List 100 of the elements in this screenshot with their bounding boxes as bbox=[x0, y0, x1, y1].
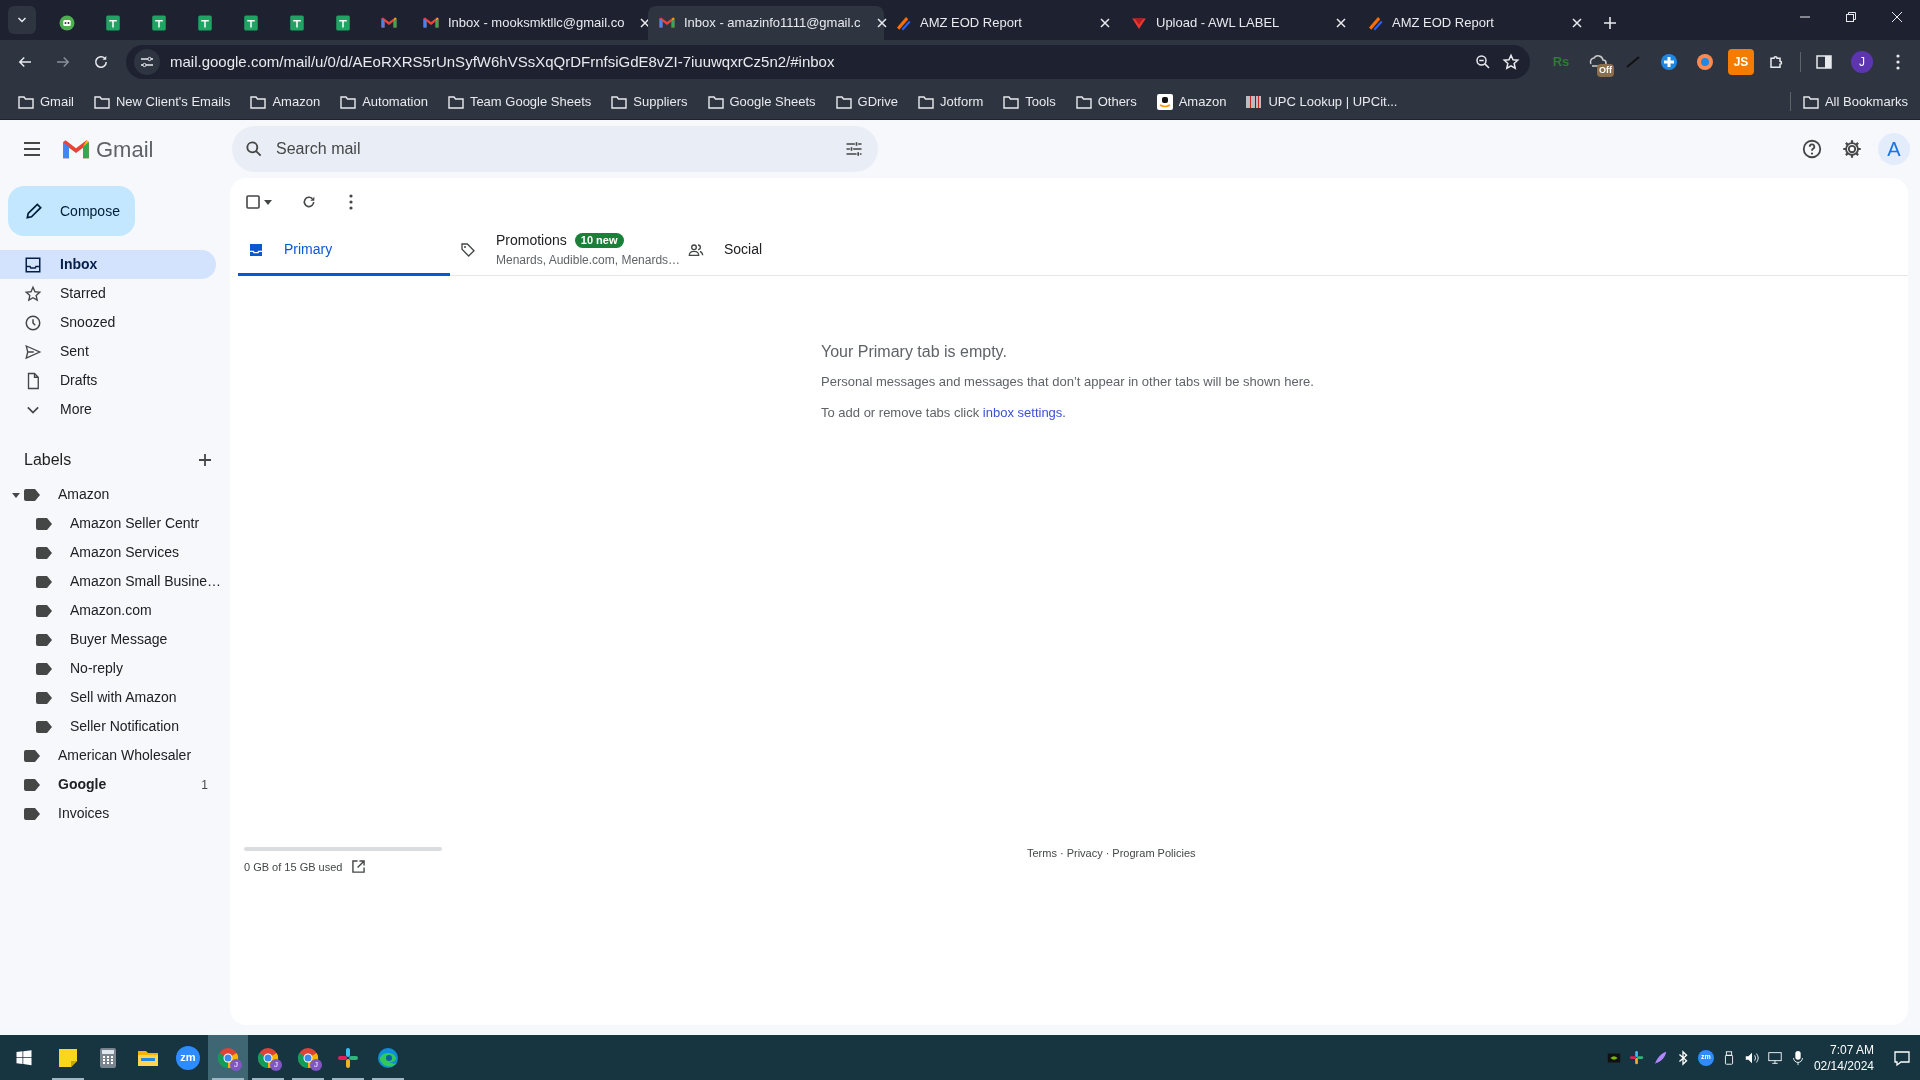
folder-icon bbox=[1802, 94, 1819, 109]
chrome-icon bbox=[216, 1045, 240, 1070]
label-item[interactable]: Sell with Amazon bbox=[0, 683, 216, 712]
close-icon[interactable] bbox=[1100, 18, 1110, 28]
label-item[interactable]: Amazon Seller Centr bbox=[0, 509, 216, 538]
bookmark[interactable]: Jotform bbox=[911, 87, 990, 116]
caret-down-icon bbox=[264, 198, 272, 206]
settings-icon bbox=[1841, 138, 1863, 160]
close-icon[interactable] bbox=[876, 18, 887, 28]
gmail-logo[interactable]: Gmail bbox=[62, 132, 232, 166]
storage-text: 0 GB of 15 GB used bbox=[244, 859, 343, 875]
bookmark[interactable]: Google Sheets bbox=[701, 87, 822, 116]
gmail-icon bbox=[62, 138, 90, 160]
label-item[interactable]: Invoices bbox=[0, 799, 216, 828]
filter-icon[interactable] bbox=[844, 139, 864, 159]
label-item[interactable]: Amazon.com bbox=[0, 596, 216, 625]
help-icon bbox=[1801, 138, 1823, 160]
bookmark[interactable]: New Client's Emails bbox=[87, 87, 237, 116]
kebab-icon bbox=[349, 194, 353, 210]
inbox-tab[interactable]: Social bbox=[678, 226, 878, 276]
spreadsheet-icon bbox=[334, 14, 352, 32]
stripes-icon bbox=[1366, 14, 1384, 32]
tab-title: Inbox - amazinfo1111@gmail.c bbox=[684, 14, 861, 33]
bookmark[interactable]: Automation bbox=[334, 87, 434, 116]
account-avatar[interactable]: A bbox=[1878, 133, 1910, 165]
bookmark[interactable]: Amazon bbox=[244, 87, 327, 116]
label-item[interactable]: Google 1 bbox=[0, 770, 216, 799]
nav-item[interactable]: Sent bbox=[0, 337, 216, 366]
url-text: mail.google.com/mail/u/0/d/AEoRXRS5rUnSyfW6hVSsXqQrDFrnfsiGdE8vZI-7iuuwqxrCz5n2/#inbox bbox=[170, 51, 836, 72]
notification-icon bbox=[1893, 1048, 1911, 1067]
inbox-tab[interactable]: Promotions 10 new Menards, Audible.com, Menards… bbox=[450, 226, 678, 276]
zoom-icon[interactable] bbox=[1474, 53, 1492, 71]
bookmark[interactable]: UPC Lookup | UPCit... bbox=[1240, 87, 1404, 116]
profile-avatar[interactable]: J bbox=[1851, 51, 1873, 73]
label-item[interactable]: American Wholesaler bbox=[0, 741, 216, 770]
all-bookmarks-link[interactable]: All Bookmarks bbox=[1789, 91, 1908, 112]
empty-state-title: Your Primary tab is empty. bbox=[821, 342, 1008, 362]
label-item[interactable]: No-reply bbox=[0, 654, 216, 683]
folder-icon bbox=[18, 94, 34, 109]
tab-title: AMZ EOD Report bbox=[920, 14, 1022, 33]
slack-icon bbox=[336, 1045, 360, 1070]
browser-tab[interactable]: Upload - AWL LABEL bbox=[1120, 6, 1356, 40]
label-icon bbox=[36, 604, 52, 617]
external-link-icon[interactable] bbox=[352, 860, 366, 874]
taskbar-app[interactable]: J bbox=[248, 1035, 288, 1080]
taskbar-app[interactable]: J bbox=[288, 1035, 328, 1080]
edge-icon bbox=[376, 1045, 400, 1070]
label-item[interactable]: Amazon bbox=[0, 480, 216, 509]
close-icon[interactable] bbox=[1572, 18, 1582, 28]
robot-icon bbox=[58, 14, 76, 32]
label-item[interactable]: Amazon Services bbox=[0, 538, 216, 567]
star-icon bbox=[24, 284, 42, 303]
people-icon bbox=[688, 241, 704, 258]
footer-link[interactable]: Terms bbox=[1027, 844, 1057, 861]
inbox-icon bbox=[24, 255, 42, 274]
label-icon bbox=[36, 662, 52, 675]
address-bar[interactable]: mail.google.com/mail/u/0/d/AEoRXRS5rUnSyfW6hVSsXqQrDFrnfsiGdE8vZI-7iuuwqxrCz5n2/#inbox bbox=[126, 45, 1530, 79]
nav-item[interactable]: More bbox=[0, 395, 216, 424]
nav-item[interactable]: Inbox bbox=[0, 250, 216, 279]
browser-tab[interactable]: Inbox - amazinfo1111@gmail.c bbox=[648, 6, 884, 40]
bookmark[interactable]: Team Google Sheets bbox=[441, 87, 598, 116]
inbox-tab[interactable]: Primary bbox=[238, 226, 450, 276]
network-icon[interactable] bbox=[1766, 1049, 1783, 1066]
browser-tab[interactable]: AMZ EOD Report bbox=[1356, 6, 1592, 40]
empty-state-text: Personal messages and messages that don’t appear in other tabs will be shown here. bbox=[821, 373, 1315, 391]
bookmark[interactable]: Tools bbox=[997, 87, 1062, 116]
close-icon[interactable] bbox=[1336, 18, 1346, 28]
folder-icon bbox=[340, 94, 357, 109]
star-icon[interactable] bbox=[1502, 53, 1520, 71]
bookmark[interactable]: GDrive bbox=[829, 87, 904, 116]
label-icon bbox=[24, 488, 40, 501]
label-item[interactable]: Buyer Message bbox=[0, 625, 216, 654]
taskbar-clock[interactable]: 7:07 AM 02/14/2024 bbox=[1813, 1041, 1874, 1074]
new-count-badge: 10 new bbox=[574, 233, 624, 248]
profile-badge: J bbox=[230, 1059, 242, 1071]
close-icon[interactable] bbox=[640, 18, 651, 28]
reload-icon bbox=[92, 53, 110, 71]
plus-icon[interactable] bbox=[198, 453, 212, 467]
label-item[interactable]: Seller Notification bbox=[0, 712, 216, 741]
taskbar-app[interactable]: J bbox=[208, 1035, 248, 1080]
separator-dot: · bbox=[1105, 845, 1110, 861]
label-icon bbox=[36, 633, 52, 646]
caret-down-icon[interactable] bbox=[12, 490, 20, 499]
nav-item[interactable]: Starred bbox=[0, 279, 216, 308]
label-icon bbox=[36, 517, 52, 530]
browser-tab[interactable]: AMZ EOD Report bbox=[884, 6, 1120, 40]
footer-link[interactable]: Program Policies bbox=[1112, 844, 1196, 861]
bookmark[interactable]: Gmail bbox=[12, 87, 80, 116]
footer-link[interactable]: Privacy bbox=[1066, 844, 1103, 861]
sliders-icon bbox=[140, 55, 154, 69]
nav-item[interactable]: Drafts bbox=[0, 366, 216, 395]
bookmark[interactable]: Amazon bbox=[1150, 87, 1233, 116]
search-field[interactable]: Search mail bbox=[232, 126, 878, 172]
bookmark[interactable]: Others bbox=[1069, 87, 1143, 116]
compose-button[interactable]: Compose bbox=[8, 186, 135, 236]
bookmark[interactable]: Suppliers bbox=[605, 87, 694, 116]
site-info-button[interactable] bbox=[134, 49, 160, 75]
slack-icon[interactable] bbox=[1628, 1049, 1645, 1066]
chrome-icon bbox=[296, 1045, 320, 1070]
nav-item[interactable]: Snoozed bbox=[0, 308, 216, 337]
